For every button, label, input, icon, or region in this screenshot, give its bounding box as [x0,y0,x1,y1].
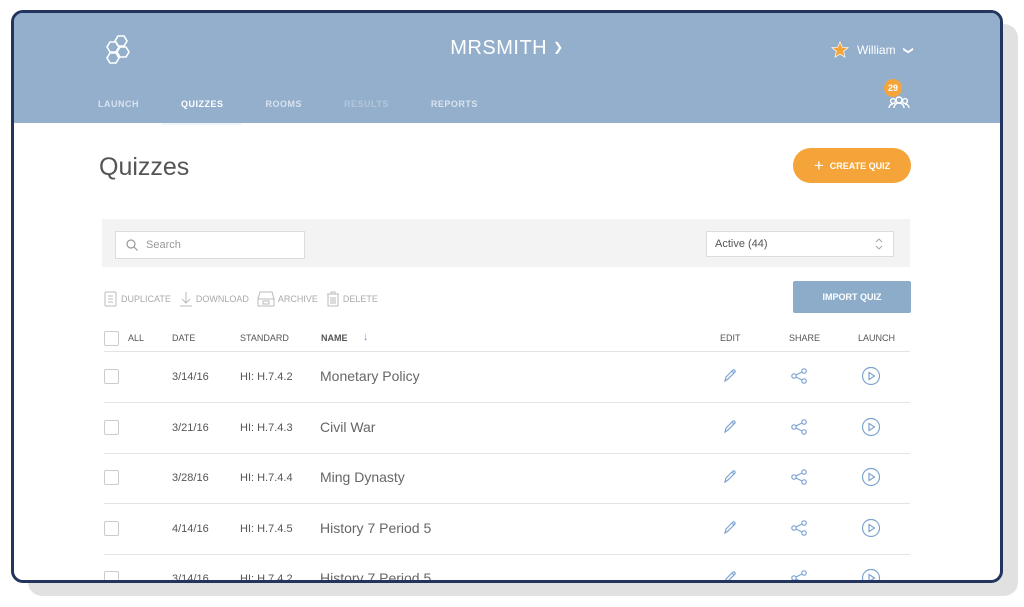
create-quiz-label: CREATE QUIZ [829,160,891,171]
create-quiz-button[interactable]: + CREATE QUIZ [793,148,911,183]
table-row[interactable]: 3/14/16 HI: H.7.4.2 History 7 Period 5 [104,554,910,583]
edit-pencil-icon[interactable] [722,469,738,485]
select-all-checkbox[interactable] [104,331,119,346]
archive-action[interactable]: ARCHIVE [257,291,318,307]
chevron-down-icon: ❯ [553,40,564,54]
bulk-actions: DUPLICATE DOWNLOAD ARCHIVE DELETE [104,291,378,307]
row-date: 3/21/16 [172,421,209,434]
tab-quizzes[interactable]: QUIZZES [161,99,244,125]
row-checkbox[interactable] [104,520,119,536]
duplicate-label: DUPLICATE [121,294,171,304]
edit-pencil-icon[interactable] [722,419,738,435]
top-bar: MRSMITH ❯ William ❯ LAUNCH QUIZZES ROOMS … [14,13,1000,125]
status-select[interactable]: Active (44) [706,231,894,257]
row-checkbox[interactable] [104,419,119,435]
sort-down-arrow-icon[interactable]: ↓ [363,331,369,343]
search-input[interactable]: Search [115,231,305,259]
download-icon [179,292,192,307]
header-all: ALL [128,333,145,343]
tab-reports[interactable]: REPORTS [431,99,498,117]
user-menu[interactable]: William ❯ [830,41,914,59]
download-action[interactable]: DOWNLOAD [179,291,249,307]
launch-play-icon[interactable] [861,518,881,538]
duplicate-icon [104,291,117,307]
edit-pencil-icon[interactable] [722,520,738,536]
page-title: Quizzes [99,153,190,181]
trash-icon [326,291,339,307]
delete-action[interactable]: DELETE [326,291,378,307]
share-icon[interactable] [790,468,808,486]
app-window: MRSMITH ❯ William ❯ LAUNCH QUIZZES ROOMS … [11,10,1003,583]
header-edit: EDIT [720,333,741,343]
import-quiz-button[interactable]: IMPORT QUIZ [793,281,911,313]
header-share: SHARE [789,333,821,343]
search-placeholder: Search [146,239,181,251]
updown-chevron-icon [875,238,883,250]
status-select-value: Active (44) [715,238,768,250]
main-nav: LAUNCH QUIZZES ROOMS RESULTS REPORTS [98,99,520,125]
plus-icon: + [813,155,824,175]
rooms-button[interactable]: 29 [884,79,914,115]
people-icon [888,96,910,109]
tab-launch[interactable]: LAUNCH [98,99,159,117]
edit-pencil-icon[interactable] [722,570,738,583]
user-name: William [856,43,896,57]
row-standard: HI: H.7.4.3 [240,421,293,434]
edit-pencil-icon[interactable] [722,368,738,384]
row-name[interactable]: History 7 Period 5 [320,570,431,580]
launch-play-icon[interactable] [861,568,881,583]
table-row[interactable]: 4/14/16 HI: H.7.4.5 History 7 Period 5 [104,504,910,555]
row-date: 4/14/16 [172,522,209,535]
table-header: ALL DATE STANDARD NAME ↓ EDIT SHARE LAUN… [104,331,910,352]
launch-play-icon[interactable] [861,467,881,487]
row-date: 3/14/16 [172,573,209,583]
share-icon[interactable] [790,519,808,537]
share-icon[interactable] [790,569,808,583]
row-date: 3/14/16 [172,371,209,383]
row-standard: HI: H.7.4.4 [240,472,293,484]
search-icon [126,239,138,251]
share-icon[interactable] [790,367,808,385]
row-checkbox[interactable] [104,571,119,580]
download-label: DOWNLOAD [195,294,249,304]
header-name[interactable]: NAME [321,333,348,343]
table-row[interactable]: 3/14/16 HI: H.7.4.2 Monetary Policy [104,352,910,403]
delete-label: DELETE [342,294,378,304]
chevron-down-icon: ❯ [902,45,914,55]
archive-icon [257,291,275,307]
share-icon[interactable] [790,418,808,436]
row-checkbox[interactable] [104,470,119,485]
account-name: MRSMITH [450,37,548,59]
star-badge-icon [830,41,849,58]
header-launch: LAUNCH [858,333,896,343]
row-name[interactable]: Civil War [320,419,375,435]
launch-play-icon[interactable] [861,366,881,386]
archive-label: ARCHIVE [277,294,318,304]
row-checkbox[interactable] [104,369,119,384]
tab-results[interactable]: RESULTS [344,99,409,117]
table-row[interactable]: 3/21/16 HI: H.7.4.3 Civil War [104,403,910,454]
row-name[interactable]: Monetary Policy [320,368,420,384]
filter-bar: Search Active (44) [102,219,910,267]
row-standard: HI: H.7.4.2 [240,371,293,383]
row-name[interactable]: Ming Dynasty [320,469,405,485]
row-standard: HI: H.7.4.2 [240,573,293,583]
header-standard[interactable]: STANDARD [240,333,289,343]
table-row[interactable]: 3/28/16 HI: H.7.4.4 Ming Dynasty [104,453,910,504]
header-date[interactable]: DATE [172,333,195,343]
row-standard: HI: H.7.4.5 [240,522,293,535]
duplicate-action[interactable]: DUPLICATE [104,291,171,307]
tab-rooms[interactable]: ROOMS [266,99,323,117]
row-date: 3/28/16 [172,472,209,484]
launch-play-icon[interactable] [861,417,881,437]
row-name[interactable]: History 7 Period 5 [320,520,431,536]
